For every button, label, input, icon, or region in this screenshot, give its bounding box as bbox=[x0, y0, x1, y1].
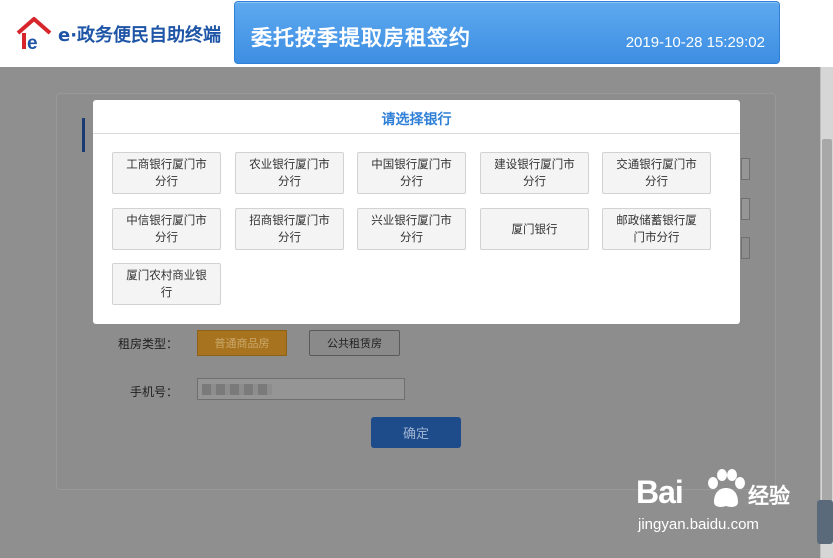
bank-button-cib[interactable]: 兴业银行厦门市分行 bbox=[357, 208, 466, 250]
bank-button-ccb[interactable]: 建设银行厦门市分行 bbox=[480, 152, 589, 194]
bank-button-cmb[interactable]: 招商银行厦门市分行 bbox=[235, 208, 344, 250]
bank-select-modal: 请选择银行 工商银行厦门市分行 农业银行厦门市分行 中国银行厦门市分行 建设银行… bbox=[93, 100, 740, 324]
scrollbar[interactable] bbox=[820, 67, 833, 558]
side-widget[interactable] bbox=[817, 500, 833, 544]
datetime: 2019-10-28 15:29:02 bbox=[625, 34, 765, 51]
form-field-edge bbox=[741, 158, 750, 180]
bank-button-icbc[interactable]: 工商银行厦门市分行 bbox=[112, 152, 221, 194]
watermark-url: jingyan.baidu.com bbox=[638, 516, 759, 533]
form-field-edge bbox=[741, 198, 750, 220]
phone-label: 手机号： bbox=[130, 385, 179, 399]
bank-button-xiamen-bank[interactable]: 厦门银行 bbox=[480, 208, 589, 250]
modal-title: 请选择银行 bbox=[381, 112, 452, 128]
bank-button-psbc[interactable]: 邮政储蓄银行厦门市分行 bbox=[602, 208, 711, 250]
house-logo-icon: e bbox=[16, 17, 52, 53]
paw-icon bbox=[708, 469, 745, 507]
confirm-button[interactable]: 确定 bbox=[371, 417, 461, 448]
form-field-edge bbox=[741, 237, 750, 259]
rent-type-public-button[interactable]: 公共租赁房 bbox=[309, 330, 400, 356]
bank-button-abc[interactable]: 农业银行厦门市分行 bbox=[235, 152, 344, 194]
baidu-watermark: Bai 经验 jingyan.baidu.com bbox=[636, 466, 816, 546]
watermark-cn: 经验 bbox=[748, 484, 790, 508]
logo-text: e·政务便民自助终端 bbox=[58, 25, 222, 46]
logo: e e·政务便民自助终端 bbox=[14, 14, 221, 54]
modal-header: 请选择银行 bbox=[93, 100, 740, 134]
rent-type-label: 租房类型： bbox=[118, 337, 179, 351]
bank-button-bocom[interactable]: 交通银行厦门市分行 bbox=[602, 152, 711, 194]
bank-button-xiamen-rural[interactable]: 厦门农村商业银行 bbox=[112, 263, 221, 305]
svg-text:e: e bbox=[27, 33, 38, 53]
app-header: e e·政务便民自助终端 委托按季提取房租签约 2019-10-28 15:29… bbox=[0, 0, 833, 67]
rent-type-commercial-button[interactable]: 普通商品房 bbox=[197, 330, 287, 356]
phone-value-blurred bbox=[202, 384, 272, 395]
scrollbar-thumb[interactable] bbox=[822, 139, 832, 519]
watermark-brand: Bai bbox=[636, 474, 684, 510]
section-accent bbox=[82, 118, 85, 152]
title-bar: 委托按季提取房租签约 2019-10-28 15:29:02 bbox=[234, 1, 780, 64]
bank-button-boc[interactable]: 中国银行厦门市分行 bbox=[357, 152, 466, 194]
bank-button-citic[interactable]: 中信银行厦门市分行 bbox=[112, 208, 221, 250]
page-title: 委托按季提取房租签约 bbox=[251, 26, 471, 50]
phone-input[interactable] bbox=[197, 378, 405, 400]
